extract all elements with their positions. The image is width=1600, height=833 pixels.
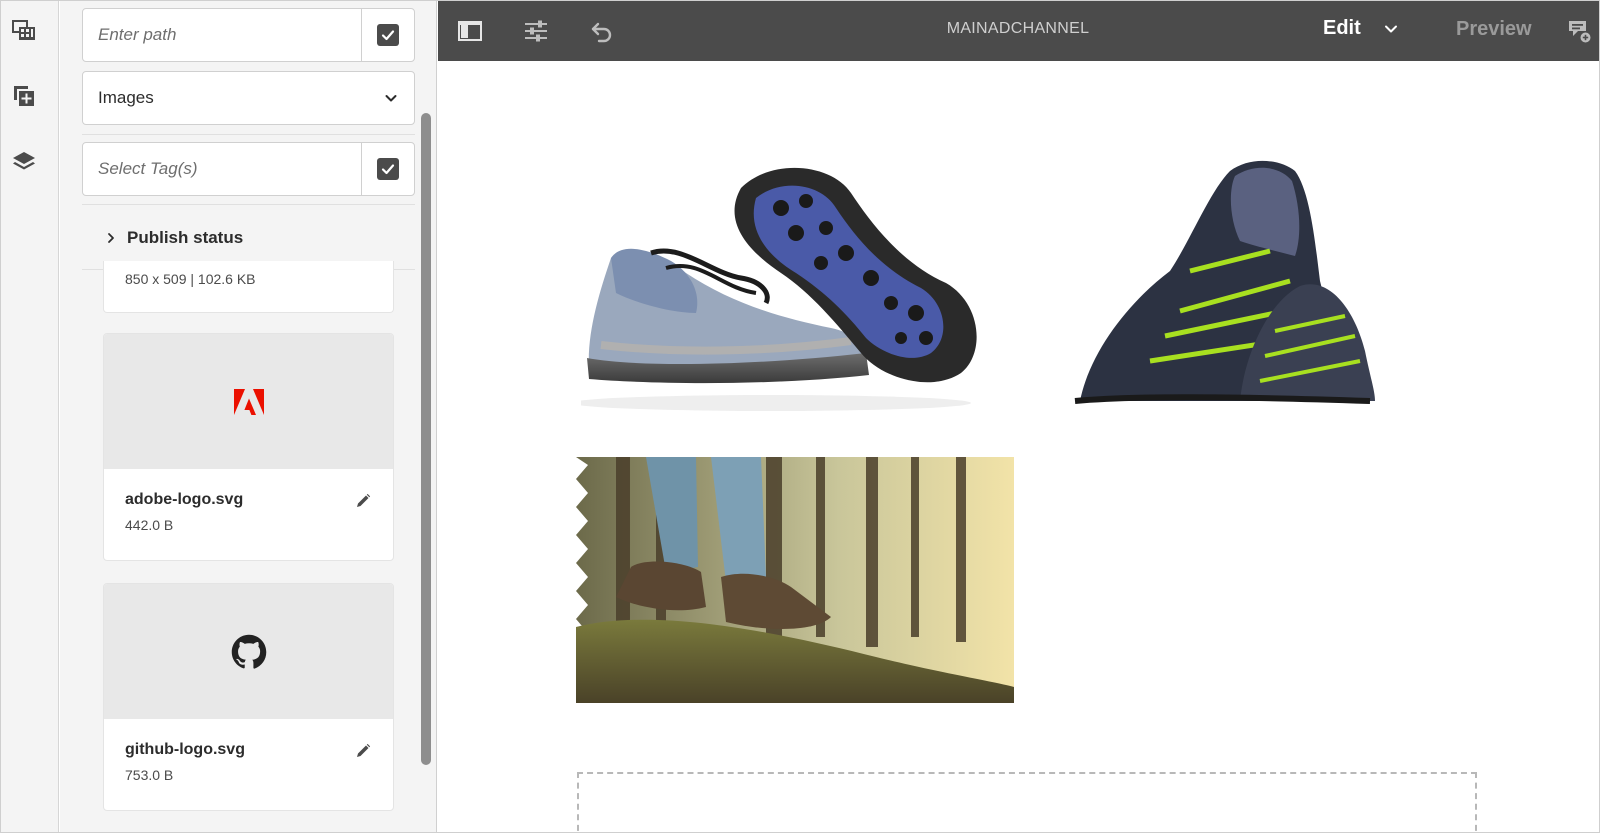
components-icon (14, 86, 34, 106)
undo-button[interactable] (586, 15, 618, 47)
asset-card[interactable]: adobe-logo.svg 442.0 B (103, 333, 394, 561)
asset-type-value: Images (98, 88, 154, 107)
page-title: MAINADCHANNEL (946, 20, 1090, 37)
path-input[interactable]: Enter path (83, 25, 361, 45)
pencil-icon[interactable] (355, 743, 371, 759)
components-rail-button[interactable] (7, 79, 41, 113)
page-properties-button[interactable] (520, 15, 552, 47)
drag-components-dropzone[interactable] (577, 772, 1477, 832)
annotations-button[interactable] (1563, 15, 1595, 47)
asset-meta: 850 x 509 | 102.6 KB (125, 271, 256, 287)
chevron-down-icon (385, 95, 397, 102)
layers-rail-button[interactable] (7, 145, 41, 179)
app-frame: Enter path Images Select Tag(s) Publish … (0, 0, 1600, 833)
tags-field: Select Tag(s) (82, 142, 415, 196)
toggle-side-panel-button[interactable] (454, 15, 486, 47)
asset-name: adobe-logo.svg (125, 491, 244, 508)
asset-name: github-logo.svg (125, 741, 245, 758)
asset-thumbnail (104, 334, 393, 469)
mode-selector[interactable]: Edit (1323, 17, 1361, 40)
publish-status-label: Publish status (127, 228, 244, 247)
annotate-icon (1569, 21, 1591, 43)
assets-rail-button[interactable] (7, 13, 41, 47)
divider (82, 134, 415, 135)
asset-thumbnail (104, 584, 393, 719)
checkmark-icon (377, 24, 399, 46)
github-logo-icon (231, 634, 266, 669)
asset-size: 442.0 B (125, 517, 174, 533)
tags-input[interactable]: Select Tag(s) (83, 159, 361, 179)
asset-info: github-logo.svg 753.0 B (104, 719, 393, 783)
editor-toolbar: MAINADCHANNEL Edit Preview (438, 1, 1599, 61)
chevron-right-icon (108, 233, 114, 243)
pencil-icon[interactable] (355, 493, 371, 509)
adobe-logo-icon (233, 388, 264, 415)
divider (82, 204, 415, 205)
panel-scrollbar[interactable] (421, 113, 431, 765)
editor-canvas (438, 61, 1599, 832)
assets-panel: Enter path Images Select Tag(s) Publish … (60, 1, 437, 832)
sliders-icon (525, 20, 547, 42)
asset-card-partial[interactable]: 850 x 509 | 102.6 KB (103, 261, 394, 313)
path-field: Enter path (82, 8, 415, 62)
path-browse-button[interactable] (361, 9, 414, 61)
undo-icon (591, 22, 612, 43)
asset-card[interactable]: github-logo.svg 753.0 B (103, 583, 394, 811)
layers-icon (13, 152, 35, 170)
tags-picker-button[interactable] (361, 143, 414, 195)
checkmark-icon (377, 158, 399, 180)
asset-size: 753.0 B (125, 767, 174, 783)
asset-type-select[interactable]: Images (82, 71, 415, 125)
asset-info: adobe-logo.svg 442.0 B (104, 469, 393, 533)
cycling-shoes-image[interactable] (1070, 151, 1380, 404)
assets-icon (12, 20, 35, 40)
preview-button[interactable]: Preview (1456, 18, 1532, 41)
left-rail (1, 1, 59, 832)
running-shoes-image[interactable] (581, 153, 991, 413)
publish-status-toggle[interactable]: Publish status (105, 225, 243, 251)
side-panel-icon (458, 21, 482, 41)
chevron-down-icon[interactable] (1383, 21, 1399, 37)
hiking-boots-image[interactable] (576, 457, 1014, 703)
